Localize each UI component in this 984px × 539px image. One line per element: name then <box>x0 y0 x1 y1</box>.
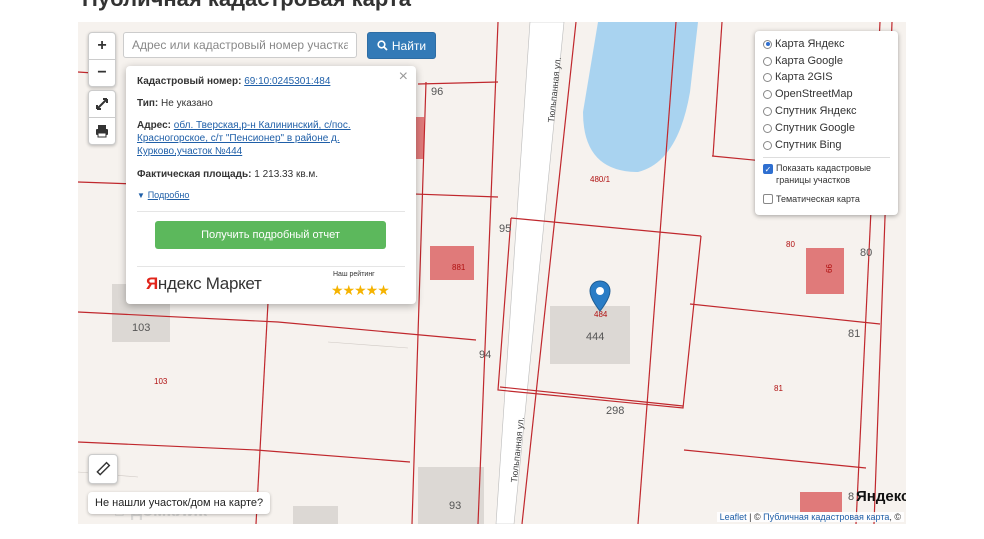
zoom-in-button[interactable]: + <box>89 33 115 59</box>
not-found-button[interactable]: Не нашли участок/дом на карте? <box>88 492 271 514</box>
plot-info-popup: × Кадастровый номер: 69:10:0245301:484 Т… <box>126 66 416 304</box>
pkk-link[interactable]: Публичная кадастровая карта <box>763 512 889 522</box>
search-input[interactable] <box>123 32 357 58</box>
close-icon[interactable]: × <box>399 68 408 86</box>
page-header: Публичная кадастровая карта <box>0 0 984 22</box>
address-label: Адрес: <box>137 120 171 131</box>
get-report-button[interactable]: Получить подробный отчет <box>155 221 386 249</box>
area-value: 1 213.33 кв.м. <box>254 169 319 180</box>
thematic-map-option[interactable]: Тематическая карта <box>763 193 860 205</box>
checkbox-checked-icon[interactable]: ✓ <box>763 164 773 174</box>
tools-control <box>88 90 116 145</box>
plot-number: 95 <box>499 223 512 235</box>
cadastral-label: 99 <box>823 264 833 273</box>
house-bottom <box>293 506 338 524</box>
page-title: Публичная кадастровая карта <box>82 0 411 12</box>
caret-down-icon: ▼ <box>137 191 145 200</box>
search-icon <box>377 40 388 51</box>
search-button-label: Найти <box>391 38 427 53</box>
leaflet-link[interactable]: Leaflet <box>720 512 747 522</box>
cadastral-label: 480/1 <box>590 175 611 184</box>
ruler-icon <box>96 461 111 476</box>
yandex-logo: Яндекс <box>856 488 906 505</box>
layer-option[interactable]: Спутник Bing <box>763 139 842 151</box>
radio-icon[interactable] <box>763 39 772 49</box>
layer-option[interactable]: Карта Google <box>763 55 843 67</box>
area-row: Фактическая площадь: 1 213.33 кв.м. <box>137 169 318 180</box>
cadastral-label: Кадастровый номер: <box>137 76 242 87</box>
fullscreen-button[interactable] <box>89 91 115 117</box>
show-boundaries-option[interactable]: ✓ Показать кадастровые границы участков <box>763 162 884 186</box>
type-value: Не указано <box>161 98 213 109</box>
radio-icon[interactable] <box>763 140 772 150</box>
type-row: Тип: Не указано <box>137 98 213 109</box>
checkbox-icon[interactable] <box>763 194 773 204</box>
plot-number: 444 <box>586 331 605 343</box>
address-row: Адрес: обл. Тверская,р-н Калининский, с/… <box>137 119 359 158</box>
layer-option[interactable]: Карта 2GIS <box>763 71 833 83</box>
expand-icon <box>96 98 108 110</box>
location-pin-icon[interactable] <box>589 280 611 312</box>
radio-icon[interactable] <box>763 72 772 82</box>
building-bottom-right <box>800 492 842 512</box>
area-label: Фактическая площадь: <box>137 169 252 180</box>
type-label: Тип: <box>137 98 159 109</box>
radio-icon[interactable] <box>763 89 772 99</box>
radio-icon[interactable] <box>763 56 772 66</box>
rating-stars-icon: ★★★★★ <box>331 282 390 298</box>
plot-number: 81 <box>848 328 861 340</box>
plot-number: 80 <box>860 247 873 259</box>
plot-number: 94 <box>479 349 492 361</box>
cadastral-label: 81 <box>774 384 783 393</box>
layer-option[interactable]: Спутник Google <box>763 122 855 134</box>
print-button[interactable] <box>89 117 115 144</box>
rating-label: Наш рейтинг <box>333 271 375 278</box>
printer-icon <box>96 125 108 138</box>
layers-panel: Карта Яндекс Карта Google Карта 2GIS Ope… <box>755 31 898 215</box>
radio-icon[interactable] <box>763 106 772 116</box>
plot-number: 8 <box>848 491 855 503</box>
cadastral-row: Кадастровый номер: 69:10:0245301:484 <box>137 76 330 87</box>
radio-icon[interactable] <box>763 123 772 133</box>
layers-divider <box>763 157 890 158</box>
plot-number: 93 <box>449 500 462 512</box>
plot-number: 298 <box>606 405 625 417</box>
cadastral-label: 103 <box>154 377 168 386</box>
layer-option[interactable]: Спутник Яндекс <box>763 105 857 117</box>
more-link[interactable]: Подробно <box>148 190 190 200</box>
measure-button[interactable] <box>88 454 118 484</box>
house-93 <box>418 467 484 524</box>
search-button[interactable]: Найти <box>367 32 436 59</box>
cadastral-number-link[interactable]: 69:10:0245301:484 <box>244 76 330 87</box>
zoom-control: + − <box>88 32 116 87</box>
map-attribution: Leaflet | © Публичная кадастровая карта,… <box>716 512 904 522</box>
zoom-out-button[interactable]: − <box>89 59 115 86</box>
cadastral-label: 881 <box>452 263 466 272</box>
layer-option[interactable]: Карта Яндекс <box>763 38 844 50</box>
plot-number: 103 <box>132 322 151 334</box>
layer-option[interactable]: OpenStreetMap <box>763 88 853 100</box>
yandex-market-logo[interactable]: Яндекс Маркет <box>146 274 262 294</box>
water-body <box>583 22 698 172</box>
more-toggle[interactable]: ▼ Подробно <box>137 190 189 201</box>
cadastral-map[interactable]: 96 95 94 103 444 298 80 81 93 8 480/1 48… <box>78 22 906 524</box>
cadastral-label: 80 <box>786 240 795 249</box>
plot-number: 96 <box>431 86 444 98</box>
